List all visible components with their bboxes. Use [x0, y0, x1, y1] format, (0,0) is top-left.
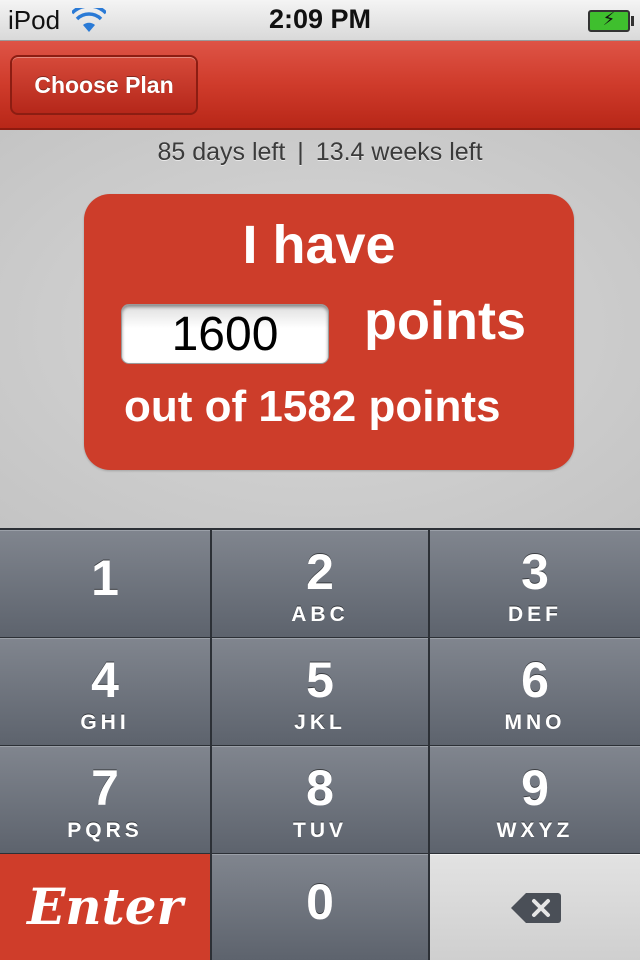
key-5[interactable]: 5 JKL	[212, 638, 428, 745]
key-letters: WXYZ	[496, 819, 574, 842]
key-letters: MNO	[504, 711, 566, 734]
key-9[interactable]: 9 WXYZ	[430, 746, 640, 853]
key-8[interactable]: 8 TUV	[212, 746, 428, 853]
key-2[interactable]: 2 ABC	[212, 530, 428, 637]
key-letters: GHI	[80, 711, 130, 734]
key-digit: 1	[91, 550, 119, 606]
days-left-label: 85 days left	[157, 138, 286, 166]
key-digit: 7	[91, 760, 119, 816]
choose-plan-button[interactable]: Choose Plan	[10, 55, 198, 115]
key-digit: 4	[91, 652, 119, 708]
key-digit: 9	[521, 760, 549, 816]
backspace-icon	[511, 893, 561, 923]
key-7[interactable]: 7 PQRS	[0, 746, 210, 853]
key-3[interactable]: 3 DEF	[430, 530, 640, 637]
points-label: points	[364, 291, 526, 351]
separator: |	[297, 138, 304, 166]
delete-button[interactable]	[430, 854, 640, 960]
time-remaining: 85 days left | 13.4 weeks left	[0, 138, 640, 167]
key-1[interactable]: 1	[0, 530, 210, 637]
key-digit: 8	[306, 760, 334, 816]
status-time: 2:09 PM	[268, 4, 372, 34]
main-content: 85 days left | 13.4 weeks left I have 1600…	[0, 130, 640, 528]
points-card: I have 1600 points out of 1582 points	[84, 194, 574, 470]
points-input[interactable]: 1600	[121, 304, 329, 364]
key-letters: TUV	[293, 819, 347, 842]
key-digit: 0	[306, 874, 334, 930]
number-keypad: 1 2 ABC 3 DEF 4 GHI 5 JKL 6 MNO 7 PQRS 8…	[0, 528, 640, 960]
status-bar: iPod 2:09 PM ⚡	[0, 0, 640, 41]
key-letters: JKL	[294, 711, 346, 734]
key-digit: 5	[306, 652, 334, 708]
navigation-bar: Choose Plan	[0, 41, 640, 130]
key-digit: 2	[306, 544, 334, 600]
key-digit: 6	[521, 652, 549, 708]
key-letters: PQRS	[67, 819, 143, 842]
points-total-label: out of 1582 points	[124, 382, 501, 431]
key-letters: DEF	[508, 603, 562, 626]
key-4[interactable]: 4 GHI	[0, 638, 210, 745]
key-letters: ABC	[291, 603, 349, 626]
enter-label: Enter	[27, 877, 183, 936]
enter-button[interactable]: Enter	[0, 854, 210, 960]
weeks-left-label: 13.4 weeks left	[315, 138, 483, 166]
key-6[interactable]: 6 MNO	[430, 638, 640, 745]
key-digit: 3	[521, 544, 549, 600]
key-0[interactable]: 0	[212, 854, 428, 960]
i-have-label: I have	[242, 215, 396, 275]
battery-charging-icon: ⚡	[588, 9, 634, 32]
